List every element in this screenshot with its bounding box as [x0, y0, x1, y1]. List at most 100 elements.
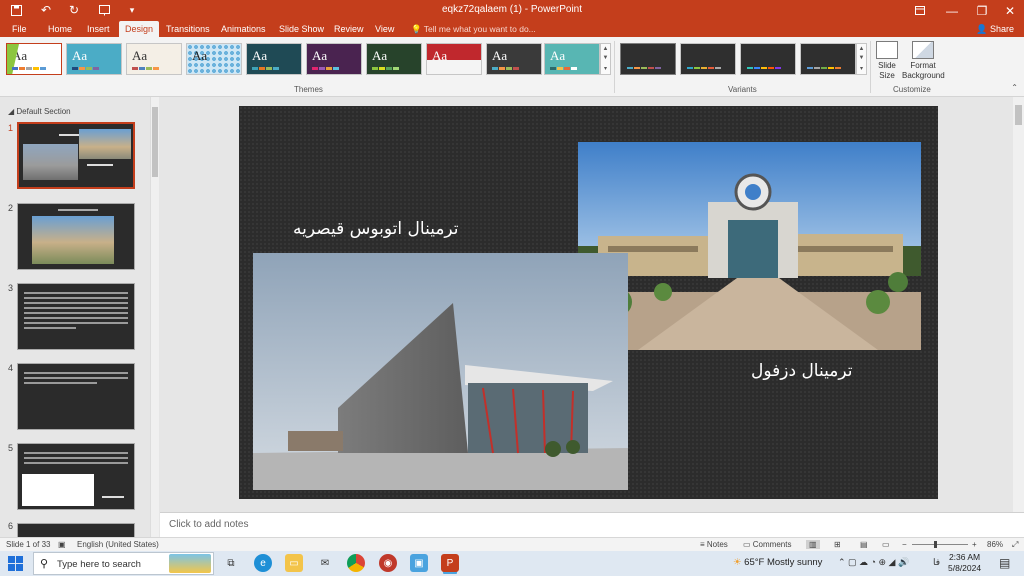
- person-icon: 👤: [976, 24, 990, 34]
- keyboard-language[interactable]: ﻓﺎ: [933, 557, 940, 568]
- thumbnail-slide-4[interactable]: [17, 363, 135, 430]
- thumb-number: 4: [8, 363, 14, 373]
- thumb-number: 6: [8, 521, 14, 531]
- tab-transitions[interactable]: Transitions: [163, 21, 213, 37]
- theme-3[interactable]: Aa: [126, 43, 182, 75]
- zoom-slider[interactable]: [912, 541, 968, 548]
- thumbnail-slide-6[interactable]: [17, 523, 135, 537]
- close-icon[interactable]: ✕: [990, 0, 1024, 21]
- thumbnails-scroll-thumb[interactable]: [152, 107, 158, 177]
- variant-2[interactable]: [680, 43, 736, 75]
- zoom-in-icon[interactable]: +: [972, 540, 977, 549]
- powerpoint-icon[interactable]: P: [441, 554, 459, 572]
- thumbnail-slide-1[interactable]: [17, 122, 135, 189]
- theme-7[interactable]: Aa: [366, 43, 422, 75]
- variants-gallery-scroll[interactable]: ▲ ▼ ▾: [856, 43, 867, 75]
- weather-widget[interactable]: ☀ 65°F Mostly sunny: [733, 557, 822, 568]
- theme-10[interactable]: Aa: [544, 43, 600, 75]
- language-indicator[interactable]: English (United States): [77, 540, 159, 549]
- tab-review[interactable]: Review: [331, 21, 367, 37]
- tell-me-search[interactable]: 💡 Tell me what you want to do...: [411, 21, 536, 37]
- variant-4[interactable]: [800, 43, 856, 75]
- more-icon[interactable]: ▾: [604, 65, 607, 72]
- photos-icon[interactable]: ▣: [410, 554, 428, 572]
- status-bar: Slide 1 of 33 ▣ English (United States) …: [0, 537, 1024, 551]
- title-bar: ↶ ↻ ▾ eqkz72qalaem (1) - PowerPoint — ❐ …: [0, 0, 1024, 21]
- notes-toggle[interactable]: ≡ Notes: [700, 540, 728, 549]
- notes-pane[interactable]: Click to add notes: [160, 512, 1024, 537]
- slide-show-icon[interactable]: ▭: [882, 540, 890, 549]
- thumbnail-slide-3[interactable]: [17, 283, 135, 350]
- spellcheck-icon[interactable]: ▣: [58, 540, 66, 549]
- window-title: eqkz72qalaem (1) - PowerPoint: [441, 4, 583, 15]
- file-explorer-icon[interactable]: ▭: [285, 554, 303, 572]
- tab-slide-show[interactable]: Slide Show: [276, 21, 327, 37]
- tab-design[interactable]: Design: [119, 21, 160, 37]
- thumbnail-slide-2[interactable]: [17, 203, 135, 270]
- format-background-icon: [912, 41, 934, 59]
- section-header[interactable]: ◢ Default Section: [8, 107, 71, 116]
- thumb-number: 2: [8, 203, 14, 213]
- slide-sorter-icon[interactable]: ⊞: [834, 540, 841, 549]
- windows-taskbar: ⚲ Type here to search ⧉ e ▭ ✉ ◉ ▣ P ☀ 65…: [0, 551, 1024, 576]
- thumbnail-slide-5[interactable]: [17, 443, 135, 510]
- scroll-down-icon[interactable]: ▼: [603, 55, 609, 61]
- scroll-down-icon[interactable]: ▼: [859, 55, 865, 61]
- format-background-button[interactable]: Format Background: [902, 41, 945, 81]
- tab-insert[interactable]: Insert: [84, 21, 113, 37]
- scroll-up-icon[interactable]: ▲: [603, 46, 609, 52]
- variant-1[interactable]: [620, 43, 676, 75]
- photo-dezful-terminal[interactable]: [578, 142, 921, 350]
- reading-view-icon[interactable]: ▤: [860, 540, 868, 549]
- tab-animations[interactable]: Animations: [218, 21, 269, 37]
- theme-9[interactable]: Aa: [486, 43, 542, 75]
- theme-4[interactable]: Aa: [186, 43, 242, 75]
- share-button[interactable]: 👤 Share: [976, 21, 1014, 37]
- canvas-scroll-thumb[interactable]: [1015, 105, 1022, 125]
- search-highlight-image: [169, 554, 211, 573]
- slide-size-button[interactable]: Slide Size: [874, 41, 900, 81]
- normal-view-icon[interactable]: ▥: [806, 540, 820, 549]
- photo-qeysarieh-terminal[interactable]: [253, 253, 628, 490]
- slide-title-qeysarieh[interactable]: ترمینال اتوبوس قیصریه: [293, 219, 459, 239]
- theme-6[interactable]: Aa: [306, 43, 362, 75]
- taskbar-search[interactable]: ⚲ Type here to search: [33, 552, 214, 575]
- tab-view[interactable]: View: [372, 21, 397, 37]
- zoom-slider-thumb[interactable]: [934, 541, 937, 548]
- task-view-icon[interactable]: ⧉: [222, 554, 240, 572]
- theme-5[interactable]: Aa: [246, 43, 302, 75]
- collapse-ribbon-icon[interactable]: ⌃: [1011, 83, 1018, 92]
- thumb-number: 1: [8, 123, 14, 133]
- themes-gallery-scroll[interactable]: ▲ ▼ ▾: [600, 43, 611, 75]
- thumbnails-scrollbar[interactable]: [150, 97, 159, 537]
- variant-3[interactable]: [740, 43, 796, 75]
- slide-size-icon: [876, 41, 898, 59]
- tab-file[interactable]: File: [9, 21, 30, 37]
- comments-toggle[interactable]: ▭ Comments: [743, 540, 791, 549]
- notifications-icon[interactable]: ▤: [999, 556, 1010, 570]
- theme-office[interactable]: Aa: [6, 43, 62, 75]
- notes-icon: ≡: [700, 540, 707, 549]
- scroll-up-icon[interactable]: ▲: [859, 46, 865, 52]
- edge-icon[interactable]: e: [254, 554, 272, 572]
- windows-start-icon[interactable]: [8, 556, 23, 571]
- fit-slide-icon[interactable]: ⤢: [1012, 540, 1018, 550]
- themes-group-label: Themes: [294, 85, 323, 94]
- canvas-scrollbar[interactable]: [1013, 97, 1024, 512]
- zoom-out-icon[interactable]: −: [902, 540, 907, 549]
- theme-8[interactable]: Aa: [426, 43, 482, 75]
- notes-placeholder[interactable]: Click to add notes: [169, 519, 249, 530]
- zoom-level[interactable]: 86%: [987, 540, 1003, 549]
- thumb-number: 3: [8, 283, 14, 293]
- mail-icon[interactable]: ✉: [316, 554, 334, 572]
- system-clock[interactable]: 2:36 AM 5/8/2024: [948, 552, 981, 574]
- chrome-icon[interactable]: [347, 554, 365, 572]
- theme-2[interactable]: Aa: [66, 43, 122, 75]
- slide-title-dezful[interactable]: ترمینال دزفول: [751, 361, 852, 381]
- ribbon-tabs: File Home Insert Design Transitions Anim…: [0, 21, 1024, 37]
- system-tray-icons[interactable]: ⌃ ▢ ☁ ◔ ⊕ ◢ 🔊: [838, 557, 909, 568]
- more-icon[interactable]: ▾: [860, 65, 863, 72]
- tab-home[interactable]: Home: [45, 21, 75, 37]
- media-app-icon[interactable]: ◉: [379, 554, 397, 572]
- lightbulb-icon: 💡: [411, 24, 424, 34]
